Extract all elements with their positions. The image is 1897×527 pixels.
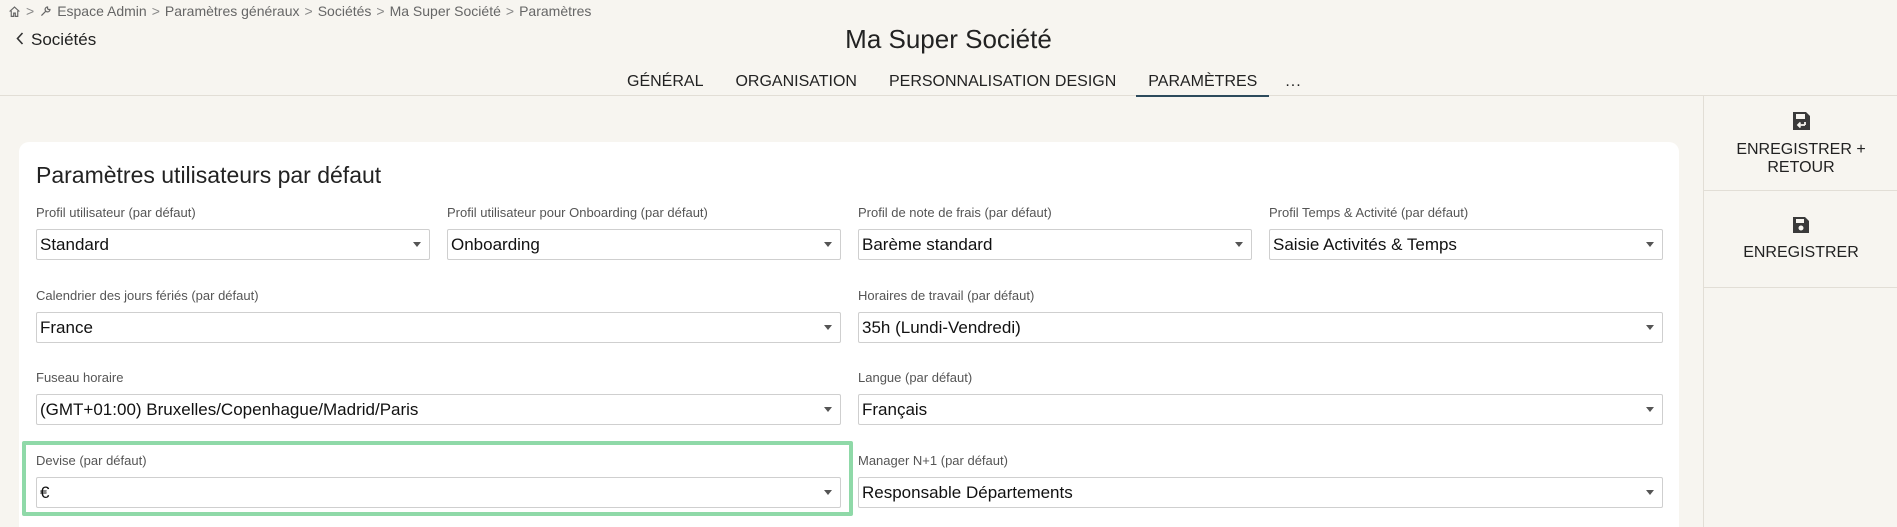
field-holiday-calendar: Calendrier des jours fériés (par défaut)… — [36, 288, 841, 343]
breadcrumb-item-espace-admin[interactable]: Espace Admin — [57, 3, 147, 19]
breadcrumb-item-parametres: Paramètres — [519, 3, 592, 19]
caret-down-icon — [824, 407, 832, 412]
divider — [1704, 190, 1897, 191]
caret-down-icon — [1646, 242, 1654, 247]
page-title: Ma Super Société — [845, 24, 1052, 54]
breadcrumb-separator: > — [26, 3, 35, 19]
breadcrumb-item-company[interactable]: Ma Super Société — [390, 3, 501, 19]
breadcrumb-item-parametres-generaux[interactable]: Paramètres généraux — [165, 3, 300, 19]
field-currency: Devise (par défaut) € — [36, 453, 841, 508]
caret-down-icon — [413, 242, 421, 247]
select-value: Onboarding — [451, 235, 540, 254]
save-button[interactable]: ENREGISTRER — [1704, 215, 1897, 262]
tab-parametres[interactable]: PARAMÈTRES — [1136, 71, 1270, 97]
caret-down-icon — [1646, 407, 1654, 412]
save-return-icon — [1704, 110, 1897, 132]
page-header: > Espace Admin > Paramètres généraux > S… — [0, 0, 1897, 97]
tab-organisation[interactable]: ORGANISATION — [723, 71, 869, 97]
save-and-return-button[interactable]: ENREGISTRER + RETOUR — [1704, 110, 1897, 177]
select-value: € — [40, 483, 50, 502]
divider — [1704, 287, 1897, 288]
caret-down-icon — [1646, 325, 1654, 330]
select-value: Saisie Activités & Temps — [1273, 235, 1457, 254]
field-label: Langue (par défaut) — [858, 370, 973, 385]
caret-down-icon — [824, 325, 832, 330]
field-work-hours: Horaires de travail (par défaut) 35h (Lu… — [858, 288, 1663, 343]
home-icon[interactable] — [8, 5, 21, 18]
save-label: ENREGISTRER — [1743, 244, 1859, 261]
card-title: Paramètres utilisateurs par défaut — [36, 162, 382, 188]
wrench-icon — [39, 5, 52, 18]
save-and-return-label: ENREGISTRER + RETOUR — [1704, 141, 1897, 177]
default-user-settings-card: Paramètres utilisateurs par défaut Profi… — [19, 142, 1679, 527]
currency-select[interactable]: € — [36, 477, 841, 508]
field-onboarding-profile: Profil utilisateur pour Onboarding (par … — [447, 205, 841, 260]
field-language: Langue (par défaut) Français — [858, 370, 1663, 425]
field-label: Devise (par défaut) — [36, 453, 147, 468]
caret-down-icon — [824, 490, 832, 495]
tab-bar: GÉNÉRAL ORGANISATION PERSONNALISATION DE… — [615, 71, 1322, 97]
field-label: Manager N+1 (par défaut) — [858, 453, 1008, 468]
breadcrumb-separator: > — [304, 3, 313, 19]
select-value: Standard — [40, 235, 109, 254]
action-sidebar: ENREGISTRER + RETOUR ENREGISTRER — [1703, 96, 1897, 527]
expense-profile-select[interactable]: Barème standard — [858, 229, 1252, 260]
field-label: Profil Temps & Activité (par défaut) — [1269, 205, 1469, 220]
select-value: Français — [862, 400, 928, 419]
field-user-profile: Profil utilisateur (par défaut) Standard — [36, 205, 430, 260]
caret-down-icon — [1646, 490, 1654, 495]
select-value: France — [40, 318, 93, 337]
breadcrumb: > Espace Admin > Paramètres généraux > S… — [8, 3, 591, 19]
field-time-profile: Profil Temps & Activité (par défaut) Sai… — [1269, 205, 1663, 260]
breadcrumb-separator: > — [376, 3, 385, 19]
save-and-return-label-line1: ENREGISTRER + — [1736, 141, 1866, 158]
field-label: Profil utilisateur pour Onboarding (par … — [447, 205, 708, 220]
save-icon — [1704, 215, 1897, 235]
field-label: Profil utilisateur (par défaut) — [36, 205, 196, 220]
field-manager: Manager N+1 (par défaut) Responsable Dép… — [858, 453, 1663, 508]
select-value: Responsable Départements — [862, 483, 1073, 502]
tab-personnalisation-design[interactable]: PERSONNALISATION DESIGN — [877, 71, 1128, 97]
field-label: Horaires de travail (par défaut) — [858, 288, 1035, 303]
breadcrumb-separator: > — [151, 3, 160, 19]
manager-select[interactable]: Responsable Départements — [858, 477, 1663, 508]
language-select[interactable]: Français — [858, 394, 1663, 425]
tab-more[interactable]: ... — [1277, 71, 1313, 97]
select-value: (GMT+01:00) Bruxelles/Copenhague/Madrid/… — [40, 400, 419, 419]
field-timezone: Fuseau horaire (GMT+01:00) Bruxelles/Cop… — [36, 370, 841, 425]
tab-general[interactable]: GÉNÉRAL — [615, 71, 715, 97]
field-label: Fuseau horaire — [36, 370, 124, 385]
timezone-select[interactable]: (GMT+01:00) Bruxelles/Copenhague/Madrid/… — [36, 394, 841, 425]
save-and-return-label-line2: RETOUR — [1767, 159, 1835, 176]
field-label: Calendrier des jours fériés (par défaut) — [36, 288, 259, 303]
caret-down-icon — [1235, 242, 1243, 247]
select-value: 35h (Lundi-Vendredi) — [862, 318, 1021, 337]
caret-down-icon — [824, 242, 832, 247]
select-value: Barème standard — [862, 235, 993, 254]
breadcrumb-item-societes[interactable]: Sociétés — [318, 3, 372, 19]
field-label: Profil de note de frais (par défaut) — [858, 205, 1052, 220]
work-hours-select[interactable]: 35h (Lundi-Vendredi) — [858, 312, 1663, 343]
holiday-calendar-select[interactable]: France — [36, 312, 841, 343]
time-profile-select[interactable]: Saisie Activités & Temps — [1269, 229, 1663, 260]
breadcrumb-separator: > — [505, 3, 515, 19]
user-profile-select[interactable]: Standard — [36, 229, 430, 260]
field-expense-profile: Profil de note de frais (par défaut) Bar… — [858, 205, 1252, 260]
onboarding-profile-select[interactable]: Onboarding — [447, 229, 841, 260]
